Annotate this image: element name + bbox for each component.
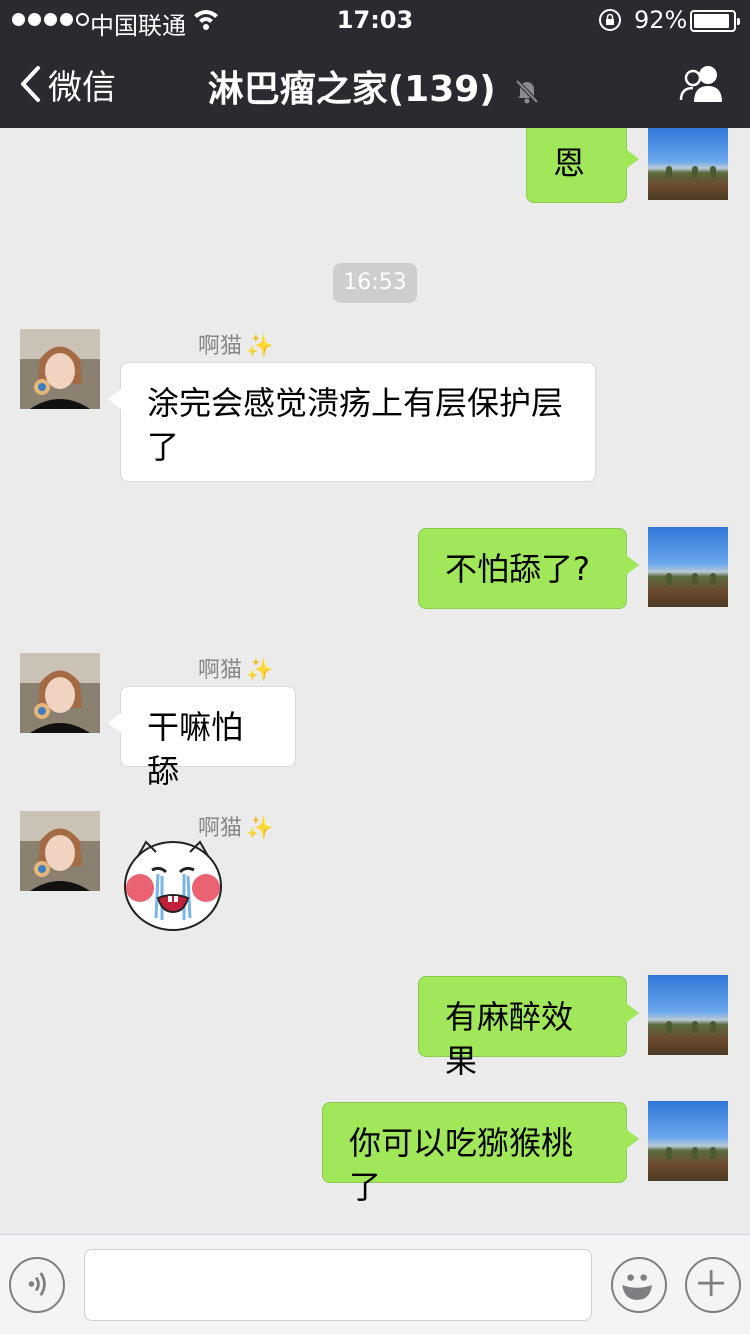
outgoing-message[interactable]: 你可以吃猕猴桃了: [322, 1102, 639, 1206]
sparkles-icon: ✨: [246, 658, 274, 683]
chat-title-wrap: 淋巴瘤之家(139): [0, 60, 750, 112]
avatar-photo: [20, 329, 100, 409]
voice-icon: [28, 1272, 46, 1296]
crying-face-sticker[interactable]: [118, 828, 228, 938]
outgoing-message[interactable]: 不怕舔了?: [418, 528, 639, 609]
battery-percent: 92%: [634, 6, 688, 34]
message-list[interactable]: 恩 16:53 啊猫 ✨ 涂完会感觉溃疡上有层保护层 了 不怕舔了? 啊猫 ✨ …: [0, 128, 750, 1234]
status-bar: 中国联通 17:03 92%: [0, 0, 750, 40]
rotation-lock-icon: [599, 9, 621, 31]
top-bar: 中国联通 17:03 92% 微信 淋巴瘤之家(139): [0, 0, 750, 128]
my-avatar[interactable]: [648, 128, 728, 200]
chat-title: 淋巴瘤之家(139): [207, 69, 496, 110]
avatar-photo: [20, 653, 100, 733]
sender-name-row: 啊猫 ✨: [198, 328, 273, 360]
outgoing-message[interactable]: 有麻醉效果: [418, 976, 639, 1080]
voice-button[interactable]: [9, 1257, 65, 1313]
my-avatar[interactable]: [648, 527, 728, 607]
outgoing-message[interactable]: 恩: [526, 128, 639, 203]
group-people-icon[interactable]: [678, 62, 726, 106]
sender-name: 啊猫: [198, 658, 243, 683]
message-input[interactable]: [84, 1249, 592, 1321]
sender-avatar[interactable]: [20, 653, 100, 733]
incoming-message[interactable]: 干嘛怕舔: [108, 686, 296, 790]
emoji-smile-icon: [622, 1274, 652, 1300]
sparkles-icon: ✨: [246, 816, 274, 841]
sender-name-row: 啊猫 ✨: [198, 652, 273, 684]
sender-name: 啊猫: [198, 334, 243, 359]
avatar-photo: [20, 811, 100, 891]
incoming-message[interactable]: 涂完会感觉溃疡上有层保护层 了: [108, 362, 596, 482]
bell-muted-icon: [515, 79, 539, 104]
my-avatar[interactable]: [648, 1101, 728, 1181]
nav-bar: 微信 淋巴瘤之家(139): [0, 40, 750, 128]
my-avatar[interactable]: [648, 975, 728, 1055]
battery-icon: [690, 10, 740, 32]
sender-avatar[interactable]: [20, 811, 100, 891]
sender-avatar[interactable]: [20, 329, 100, 409]
plus-icon: [698, 1270, 725, 1297]
timestamp-divider: 16:53: [333, 263, 417, 303]
more-button[interactable]: [685, 1257, 741, 1313]
sparkles-icon: ✨: [246, 334, 274, 359]
input-bar: [0, 1234, 750, 1334]
emoji-button[interactable]: [611, 1257, 667, 1313]
